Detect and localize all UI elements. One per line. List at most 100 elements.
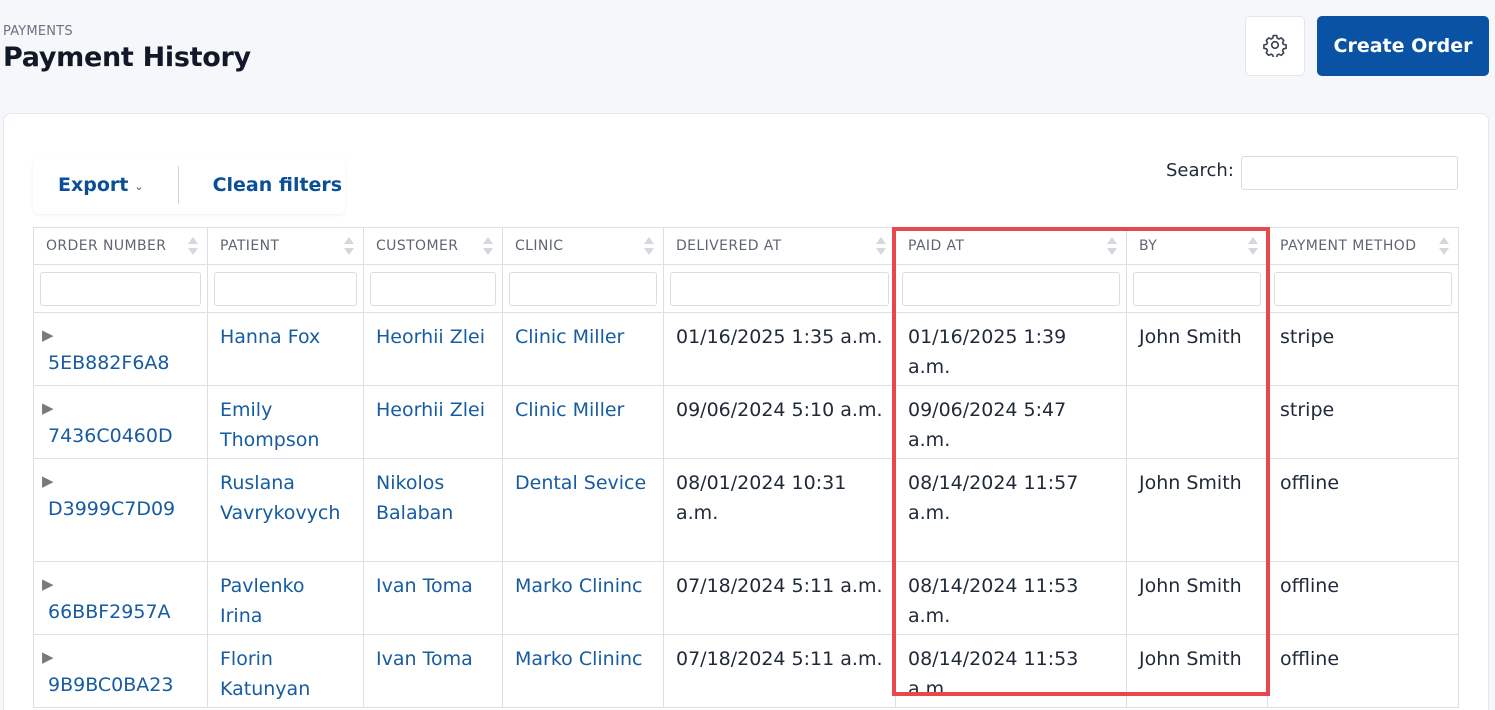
clinic-link[interactable]: Marko Clininc [515, 648, 642, 670]
clean-filters-button[interactable]: Clean filters [213, 174, 343, 196]
expand-row-icon[interactable]: ▶ [42, 644, 195, 670]
clinic-cell: Marko Clininc [502, 561, 664, 635]
search-label: Search: [1166, 160, 1234, 181]
order-number-link[interactable]: 5EB882F6A8 [48, 352, 170, 374]
sort-icon[interactable] [1107, 237, 1117, 257]
column-header-payment-method[interactable]: PAYMENT METHOD [1267, 227, 1459, 265]
search-input[interactable] [1241, 156, 1458, 190]
customer-link[interactable]: Nikolos Balaban [376, 472, 453, 524]
filter-cell [502, 264, 664, 313]
column-header-clinic[interactable]: CLINIC [502, 227, 664, 265]
table-row: ▶ D3999C7D09 Ruslana Vavrykovych Nikolos … [33, 458, 1459, 562]
clinic-link[interactable]: Dental Sevice [515, 472, 646, 494]
payment-method-cell: stripe [1267, 312, 1459, 386]
by-cell: John Smith [1126, 458, 1268, 562]
column-label: CLINIC [515, 238, 564, 254]
expand-row-icon[interactable]: ▶ [42, 395, 195, 421]
filter-payment-method[interactable] [1274, 271, 1452, 306]
column-header-order-number[interactable]: ORDER NUMBER [33, 227, 208, 265]
filter-order-number[interactable] [40, 271, 201, 306]
breadcrumb: PAYMENTS [3, 24, 73, 39]
delivered-at-cell: 09/06/2024 5:10 a.m. [663, 385, 896, 459]
order-number-link[interactable]: D3999C7D09 [48, 498, 175, 520]
column-header-delivered-at[interactable]: DELIVERED AT [663, 227, 896, 265]
page-title: Payment History [3, 42, 251, 73]
customer-link[interactable]: Heorhii Zlei [376, 326, 485, 348]
patient-link[interactable]: Ruslana Vavrykovych [220, 472, 340, 524]
order-number-link[interactable]: 66BBF2957A [48, 601, 171, 623]
filter-clinic[interactable] [509, 271, 657, 306]
column-header-by[interactable]: BY [1126, 227, 1268, 265]
patient-link[interactable]: Hanna Fox [220, 326, 320, 348]
patient-cell: Emily Thompson [207, 385, 364, 459]
paid-at-cell: 08/14/2024 11:57 a.m. [895, 458, 1127, 562]
paid-at-cell: 08/14/2024 11:53 a.m. [895, 634, 1127, 708]
column-header-paid-at[interactable]: PAID AT [895, 227, 1127, 265]
clinic-cell: Marko Clininc [502, 634, 664, 708]
table-row: ▶ 5EB882F6A8 Hanna Fox Heorhii Zlei Clini… [33, 312, 1459, 386]
patient-link[interactable]: Emily Thompson [220, 399, 319, 451]
clinic-link[interactable]: Marko Clininc [515, 575, 642, 597]
delivered-at-cell: 08/01/2024 10:31 a.m. [663, 458, 896, 562]
payment-method-cell: offline [1267, 458, 1459, 562]
payments-table: ORDER NUMBER PATIENT CUSTOMER CLINIC DEL… [33, 227, 1459, 708]
settings-button[interactable] [1245, 16, 1305, 76]
gear-icon [1263, 33, 1287, 60]
column-label: PAYMENT METHOD [1280, 238, 1417, 254]
paid-at-cell: 09/06/2024 5:47 a.m. [895, 385, 1127, 459]
create-order-button[interactable]: Create Order [1317, 16, 1489, 76]
table-toolbar: Export ⌄ Clean filters [33, 156, 345, 214]
sort-icon[interactable] [644, 237, 654, 257]
sort-icon[interactable] [483, 237, 493, 257]
export-button[interactable]: Export ⌄ [58, 174, 144, 196]
clinic-cell: Clinic Miller [502, 385, 664, 459]
filter-delivered-at[interactable] [670, 271, 889, 306]
filter-patient[interactable] [214, 271, 357, 306]
patient-link[interactable]: Florin Katunyan [220, 648, 310, 700]
sort-icon[interactable] [876, 237, 886, 257]
customer-cell: Nikolos Balaban [363, 458, 503, 562]
order-cell: ▶ 9B9BC0BA23 [33, 634, 208, 708]
patient-cell: Ruslana Vavrykovych [207, 458, 364, 562]
delivered-at-cell: 07/18/2024 5:11 a.m. [663, 561, 896, 635]
order-cell: ▶ D3999C7D09 [33, 458, 208, 562]
by-cell: John Smith [1126, 312, 1268, 386]
sort-icon[interactable] [1248, 237, 1258, 257]
customer-link[interactable]: Ivan Toma [376, 575, 473, 597]
order-number-link[interactable]: 7436C0460D [48, 425, 173, 447]
table-row: ▶ 66BBF2957A Pavlenko Irina Ivan Toma Mar… [33, 561, 1459, 635]
expand-row-icon[interactable]: ▶ [42, 322, 195, 348]
filter-cell [363, 264, 503, 313]
filter-cell [33, 264, 208, 313]
patient-cell: Pavlenko Irina [207, 561, 364, 635]
by-cell: John Smith [1126, 634, 1268, 708]
filter-row [33, 264, 1459, 313]
sort-icon[interactable] [344, 237, 354, 257]
expand-row-icon[interactable]: ▶ [42, 571, 195, 597]
filter-cell [1267, 264, 1459, 313]
patient-link[interactable]: Pavlenko Irina [220, 575, 304, 627]
clinic-link[interactable]: Clinic Miller [515, 326, 624, 348]
export-label: Export [58, 174, 129, 196]
sort-icon[interactable] [188, 237, 198, 257]
column-label: CUSTOMER [376, 238, 459, 254]
column-header-patient[interactable]: PATIENT [207, 227, 364, 265]
customer-cell: Heorhii Zlei [363, 385, 503, 459]
filter-customer[interactable] [370, 271, 496, 306]
column-label: ORDER NUMBER [46, 238, 167, 254]
column-header-customer[interactable]: CUSTOMER [363, 227, 503, 265]
filter-by[interactable] [1133, 271, 1261, 306]
chevron-down-icon: ⌄ [134, 179, 144, 193]
filter-paid-at[interactable] [902, 271, 1120, 306]
order-cell: ▶ 7436C0460D [33, 385, 208, 459]
expand-row-icon[interactable]: ▶ [42, 468, 195, 494]
filter-cell [1126, 264, 1268, 313]
delivered-at-cell: 01/16/2025 1:35 a.m. [663, 312, 896, 386]
paid-at-cell: 01/16/2025 1:39 a.m. [895, 312, 1127, 386]
customer-link[interactable]: Ivan Toma [376, 648, 473, 670]
clinic-cell: Dental Sevice [502, 458, 664, 562]
customer-link[interactable]: Heorhii Zlei [376, 399, 485, 421]
order-number-link[interactable]: 9B9BC0BA23 [48, 674, 173, 696]
sort-icon[interactable] [1439, 237, 1449, 257]
clinic-link[interactable]: Clinic Miller [515, 399, 624, 421]
